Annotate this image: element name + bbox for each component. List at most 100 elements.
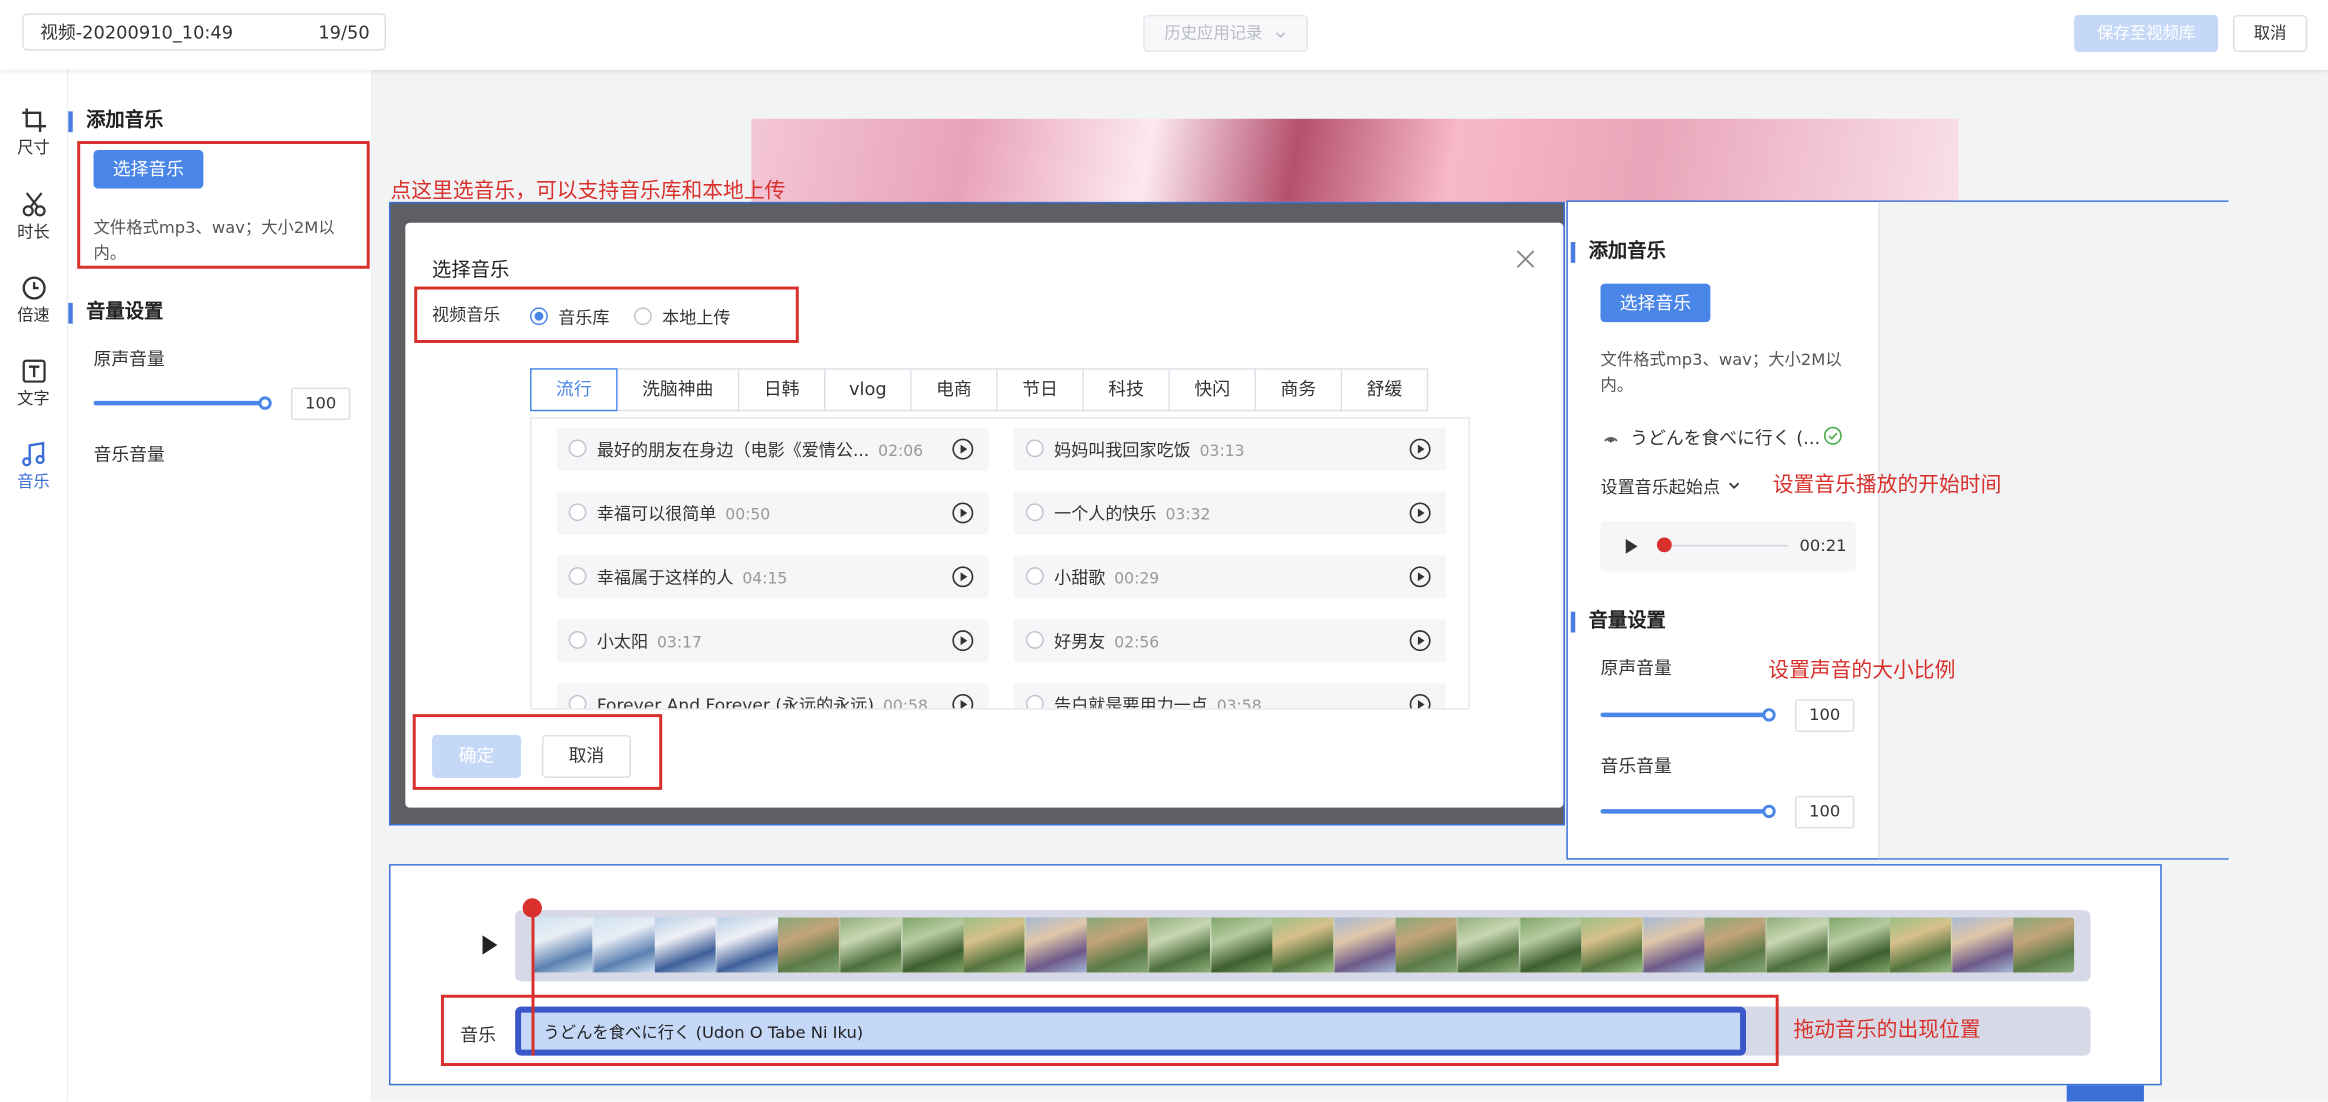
song-item[interactable]: 一个人的快乐 03:32 <box>1014 491 1447 535</box>
song-item[interactable]: 小太阳 03:17 <box>556 619 989 663</box>
tab-business[interactable]: 商务 <box>1256 368 1343 412</box>
song-duration: 00:50 <box>725 506 771 525</box>
video-frame-thumb <box>1149 917 1212 973</box>
chevron-down-icon[interactable] <box>1727 478 1742 493</box>
original-volume-knob-detail[interactable] <box>1762 708 1776 722</box>
tool-speed[interactable]: 倍速 <box>0 275 67 327</box>
playhead-handle[interactable] <box>522 898 542 918</box>
original-volume-slider-detail[interactable] <box>1600 712 1770 718</box>
song-radio[interactable] <box>1025 567 1044 585</box>
video-frame-thumb <box>1087 917 1150 973</box>
tool-size[interactable]: 尺寸 <box>0 107 67 159</box>
video-frame-thumb <box>963 917 1027 973</box>
music-settings-detail: 添加音乐 选择音乐 文件格式mp3、wav；大小2M以内。 うどんを食べに行く … <box>1566 200 2231 860</box>
music-player: 00:21 <box>1600 521 1856 572</box>
original-volume-input[interactable]: 100 <box>291 387 351 421</box>
tab-catchy[interactable]: 洗脑神曲 <box>617 368 740 412</box>
play-icon[interactable] <box>952 566 974 588</box>
original-volume-knob[interactable] <box>258 396 272 410</box>
play-icon[interactable] <box>1624 537 1639 555</box>
song-duration: 03:13 <box>1199 442 1245 461</box>
song-radio[interactable] <box>568 694 587 709</box>
check-circle-icon <box>1823 426 1842 445</box>
play-icon[interactable] <box>1409 630 1431 652</box>
history-records-dropdown[interactable]: 历史应用记录 <box>1143 14 1309 52</box>
song-item[interactable]: 小甜歌 00:29 <box>1014 555 1447 599</box>
video-frame-thumb <box>1890 917 1953 973</box>
video-frame-thumb <box>1766 917 1830 973</box>
play-icon[interactable] <box>481 934 499 956</box>
song-radio[interactable] <box>568 439 587 458</box>
tool-duration[interactable]: 时长 <box>0 192 67 244</box>
tab-flash[interactable]: 快闪 <box>1169 368 1257 412</box>
play-icon[interactable] <box>952 693 974 709</box>
play-icon[interactable] <box>952 630 974 652</box>
video-frame-thumb <box>531 917 594 973</box>
video-frame-thumb <box>1581 917 1644 973</box>
crop-icon <box>21 108 46 133</box>
song-name: Forever And Forever (永远的永远) <box>596 694 875 710</box>
tool-music[interactable]: 音乐 <box>0 441 67 493</box>
video-frame-thumb <box>1272 917 1336 973</box>
music-volume-knob-detail[interactable] <box>1762 804 1776 819</box>
song-radio[interactable] <box>1025 503 1044 522</box>
annotation-frame-source <box>414 286 799 343</box>
tab-vlog[interactable]: vlog <box>825 368 912 412</box>
song-radio[interactable] <box>568 630 587 649</box>
song-item[interactable]: 告白就是要用力一点 03:58 <box>1014 682 1447 709</box>
cancel-edit-button[interactable]: 取消 <box>2232 14 2308 52</box>
history-records-label: 历史应用记录 <box>1164 23 1263 44</box>
song-item[interactable]: 幸福可以很简单 00:50 <box>556 491 989 535</box>
annotation-frame-buttons <box>412 714 663 790</box>
save-to-library-button[interactable]: 保存至视频库 <box>2074 14 2219 52</box>
tab-holiday[interactable]: 节日 <box>997 368 1084 412</box>
play-icon[interactable] <box>952 502 974 524</box>
tool-size-label: 尺寸 <box>17 138 50 158</box>
progress-knob[interactable] <box>1656 537 1672 553</box>
song-radio[interactable] <box>568 503 587 522</box>
close-icon[interactable] <box>1514 248 1536 270</box>
play-icon[interactable] <box>952 438 974 460</box>
tab-soothing[interactable]: 舒缓 <box>1342 368 1429 412</box>
song-radio[interactable] <box>568 567 587 585</box>
start-point-dropdown[interactable]: 设置音乐起始点 <box>1601 475 1721 499</box>
video-filmstrip[interactable] <box>515 910 2091 982</box>
song-duration: 02:56 <box>1114 633 1160 652</box>
tool-text[interactable]: 文字 <box>0 358 67 410</box>
original-volume-slider[interactable] <box>93 400 266 406</box>
song-duration: 03:17 <box>656 633 702 652</box>
music-volume-slider-detail[interactable] <box>1600 809 1770 814</box>
original-volume-input-detail[interactable]: 100 <box>1795 699 1855 732</box>
song-radio[interactable] <box>1025 630 1044 649</box>
song-duration: 02:06 <box>878 442 924 461</box>
song-item[interactable]: 好男友 02:56 <box>1014 619 1447 663</box>
song-item[interactable]: 妈妈叫我回家吃饭 03:13 <box>1014 427 1447 471</box>
music-volume-input-detail[interactable]: 100 <box>1795 795 1855 829</box>
play-icon[interactable] <box>1409 502 1431 524</box>
song-item[interactable]: 最好的朋友在身边（电影《爱情公... 02:06 <box>556 427 989 471</box>
video-title-input[interactable]: 视频-20200910_10:49 19/50 <box>22 13 387 51</box>
video-frame-thumb <box>1828 917 1891 973</box>
song-radio[interactable] <box>1025 694 1044 709</box>
video-frame-thumb <box>655 917 718 973</box>
song-name: 最好的朋友在身边（电影《爱情公... <box>596 439 870 461</box>
video-frame-thumb <box>1025 917 1088 973</box>
video-frame-thumb <box>1952 917 2015 973</box>
add-music-title: 添加音乐 <box>68 111 163 133</box>
select-music-button-detail[interactable]: 选择音乐 <box>1600 283 1711 323</box>
song-name: 小太阳 <box>596 630 649 652</box>
play-icon[interactable] <box>1409 566 1431 588</box>
progress-track[interactable] <box>1671 544 1788 547</box>
video-frame-thumb <box>1519 917 1583 973</box>
tab-pop[interactable]: 流行 <box>530 368 618 412</box>
tab-ecommerce[interactable]: 电商 <box>911 368 998 412</box>
song-radio[interactable] <box>1025 439 1044 458</box>
tab-jpkr[interactable]: 日韩 <box>739 368 826 412</box>
tab-tech[interactable]: 科技 <box>1083 368 1170 412</box>
song-item[interactable]: 幸福属于这样的人 04:15 <box>556 555 989 599</box>
play-icon[interactable] <box>1409 693 1431 709</box>
song-item[interactable]: Forever And Forever (永远的永远) 00:58 <box>556 682 989 710</box>
annotation-select-note: 点这里选音乐，可以支持音乐库和本地上传 <box>390 179 786 204</box>
play-icon[interactable] <box>1409 438 1431 460</box>
song-duration: 00:58 <box>882 697 928 710</box>
